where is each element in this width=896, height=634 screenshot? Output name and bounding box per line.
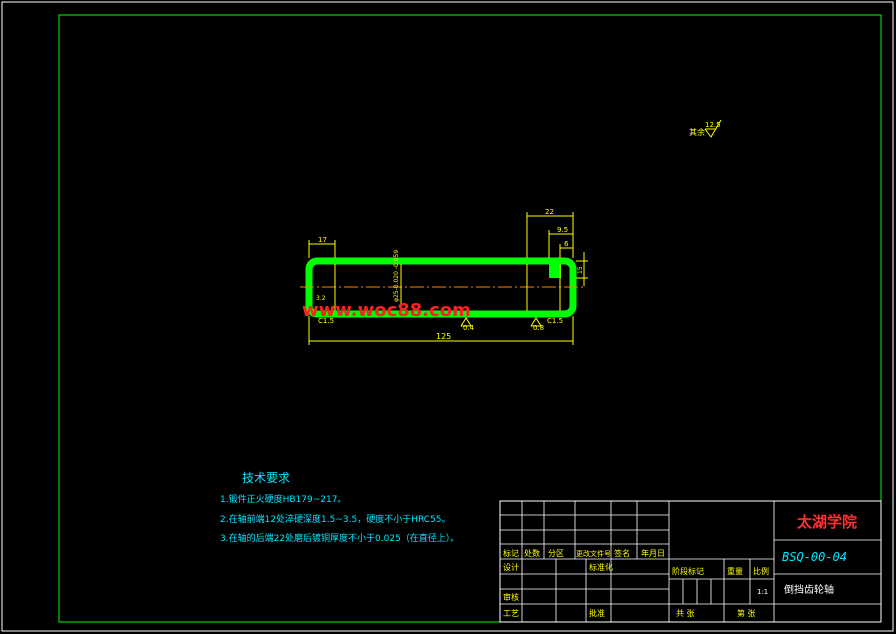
dim-right-sub1: 9.5	[557, 226, 568, 234]
tech-requirements: 技术要求 1.锻件正火硬度HB179~217。 2.在轴前端12处淬硬深度1.5…	[220, 471, 459, 544]
rev-label: 处数	[524, 548, 540, 558]
tech-item: 1.锻件正火硬度HB179~217。	[220, 493, 346, 505]
roughness-a: 0.4	[463, 324, 475, 332]
dimensions	[308, 212, 588, 345]
dim-right-step: 22	[545, 208, 554, 216]
dim-total-length: 125	[436, 332, 451, 341]
school-name: 太湖学院	[797, 513, 857, 531]
stage-label: 阶段标记	[672, 566, 704, 576]
tech-item: 3.在轴的后端22处磨后镀铜厚度不小于0.025（在直径上）。	[220, 532, 459, 544]
sheet-number: 第 张	[737, 608, 756, 618]
dim-groove: 15	[577, 266, 584, 274]
rev-label: 签名	[614, 548, 630, 558]
dim-left-step: 17	[318, 236, 327, 244]
title-block: 太湖学院 BSQ-00-04 倒挡齿轮轴 标记 处数 分区 更改文件号 签名 年…	[499, 500, 882, 623]
watermark: www.woc88.com	[302, 300, 471, 321]
scale-value: 1:1	[757, 588, 768, 596]
tech-item: 2.在轴前端12处淬硬深度1.5~3.5，硬度不小于HRC55。	[220, 513, 451, 525]
shaft-key-block	[549, 263, 561, 278]
rev-label: 更改文件号	[576, 549, 611, 558]
tech-heading: 技术要求	[242, 471, 290, 485]
dim-diameter: φ25-0.020 -0.059	[393, 250, 400, 302]
part-name: 倒挡齿轮轴	[784, 583, 834, 596]
rev-label: 标记	[503, 548, 519, 558]
surface-finish-note: 其余 12.5	[689, 119, 722, 138]
surface-finish-label: 其余	[689, 127, 705, 137]
scale-label: 比例	[753, 566, 769, 576]
sheets-total: 共 张	[676, 609, 695, 618]
drawing-number: BSQ-00-04	[782, 550, 847, 564]
dim-right-sub2: 6	[564, 240, 569, 248]
roughness-b: 0.8	[533, 324, 544, 332]
chamfer-right: C1.5	[547, 317, 563, 325]
row-design-extra: 标准化	[589, 562, 613, 572]
dimension-texts: 125 17 22 9.5 6 φ25-0.020 -0.059 15 3.2 …	[316, 208, 584, 341]
row-approve: 批准	[589, 608, 605, 618]
row-review: 审核	[503, 592, 519, 602]
weight-label: 重量	[727, 566, 743, 576]
row-design: 设计	[503, 562, 519, 572]
row-process: 工艺	[503, 609, 519, 618]
rev-label: 分区	[548, 549, 564, 558]
rev-label: 年月日	[641, 548, 665, 558]
cad-drawing: 其余 12.5 125 17 22 9.5 6 φ25-0.020 -0.059…	[1, 1, 894, 632]
